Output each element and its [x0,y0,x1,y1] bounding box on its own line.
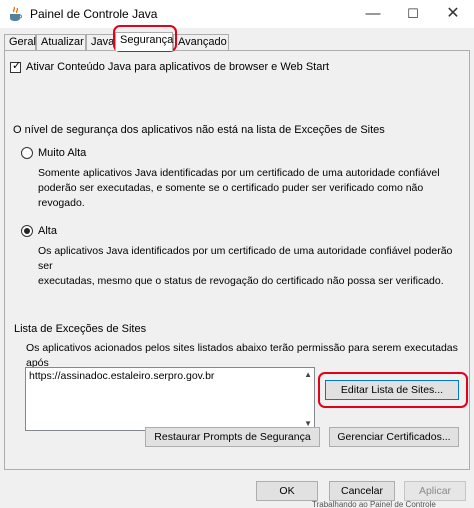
radio-selected-dot [24,228,30,234]
site-exception-list[interactable]: https://assinadoc.estaleiro.serpro.gov.b… [25,367,315,431]
dialog-body: Geral Atualizar Java Segurança Avançado … [0,28,474,508]
enable-java-checkbox[interactable]: ✓ [10,60,22,73]
window-title: Painel de Controle Java [30,7,158,21]
scroll-up-icon[interactable]: ▲ [304,370,312,379]
cancel-button[interactable]: Cancelar [329,481,395,501]
very-high-desc-line: Somente aplicativos Java identificadas p… [38,167,440,179]
high-description: Os aplicativos Java identificados por um… [38,244,468,289]
high-radio[interactable] [21,225,33,237]
high-label: Alta [38,225,57,237]
status-strip: Trabalhando ao Painel de Controle [0,500,474,508]
tab-java[interactable]: Java [86,34,115,50]
tab-avancado[interactable]: Avançado [173,34,229,50]
tab-atualizar[interactable]: Atualizar [36,34,86,50]
high-desc-line: Os aplicativos Java identificados por um… [38,245,453,272]
security-level-heading: O nível de segurança dos aplicativos não… [13,124,385,136]
close-button[interactable]: ✕ [436,3,470,25]
tab-geral[interactable]: Geral [4,34,36,50]
very-high-desc-line: poderão ser executadas, e somente se o c… [38,182,424,194]
very-high-radio[interactable] [21,147,33,159]
status-text: Trabalhando ao Painel de Controle [312,500,436,508]
exceptions-heading: Lista de Exceções de Sites [14,323,147,335]
checkmark-icon: ✓ [12,60,22,72]
enable-java-label: Ativar Conteúdo Java para aplicativos de… [26,61,330,73]
java-coffee-icon [10,6,22,21]
minimize-button[interactable]: — [356,3,390,25]
site-list-item[interactable]: https://assinadoc.estaleiro.serpro.gov.b… [29,370,214,382]
very-high-description: Somente aplicativos Java identificadas p… [38,166,468,211]
apply-button[interactable]: Aplicar [404,481,466,501]
edit-site-list-button[interactable]: Editar Lista de Sites... [325,380,459,400]
tab-seguranca[interactable]: Segurança [115,32,173,51]
very-high-label: Muito Alta [38,147,87,159]
title-bar[interactable]: Painel de Controle Java — ☐ ✕ [0,0,474,28]
manage-certificates-button[interactable]: Gerenciar Certificados... [329,427,459,447]
maximize-button[interactable]: ☐ [396,3,430,25]
very-high-desc-line: revogado. [38,197,85,209]
ok-button[interactable]: OK [256,481,318,501]
restore-security-prompts-button[interactable]: Restaurar Prompts de Segurança [145,427,320,447]
high-desc-line: executadas, mesmo que o status de revoga… [38,275,444,287]
